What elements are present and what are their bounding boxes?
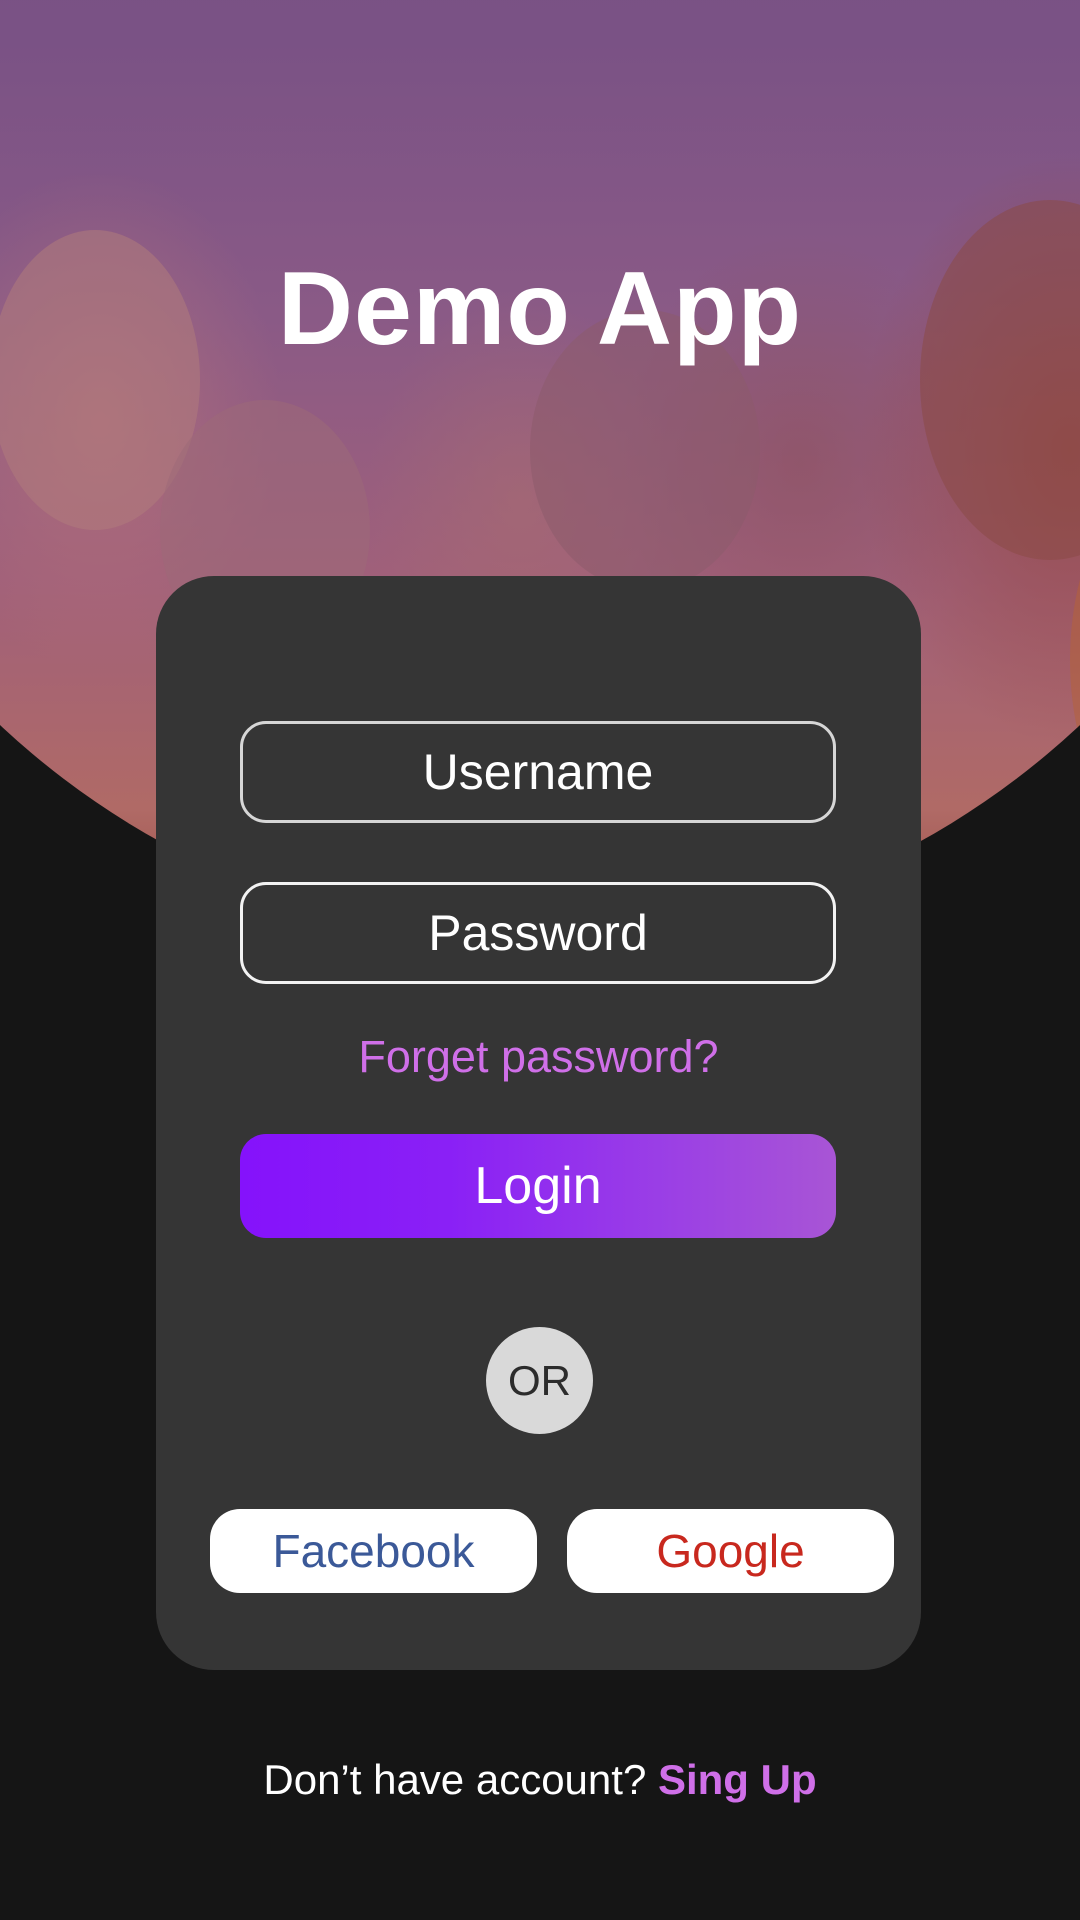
facebook-login-button[interactable]: Facebook: [210, 1509, 537, 1593]
forgot-password-link[interactable]: Forget password?: [156, 1031, 921, 1083]
login-button[interactable]: Login: [240, 1134, 836, 1238]
login-screen: Demo App Forget password? Login OR Faceb…: [0, 0, 1080, 1920]
signup-prompt-text: Don’t have account?: [263, 1756, 658, 1803]
username-input[interactable]: [240, 721, 836, 823]
signup-prompt: Don’t have account? Sing Up: [0, 1756, 1080, 1804]
or-divider-label: OR: [508, 1356, 571, 1404]
password-input[interactable]: [240, 882, 836, 984]
google-login-button[interactable]: Google: [567, 1509, 894, 1593]
or-divider-badge: OR: [486, 1327, 593, 1434]
app-title: Demo App: [277, 251, 803, 367]
login-card: Forget password? Login OR Facebook Googl…: [156, 576, 921, 1670]
signup-link[interactable]: Sing Up: [658, 1756, 817, 1803]
